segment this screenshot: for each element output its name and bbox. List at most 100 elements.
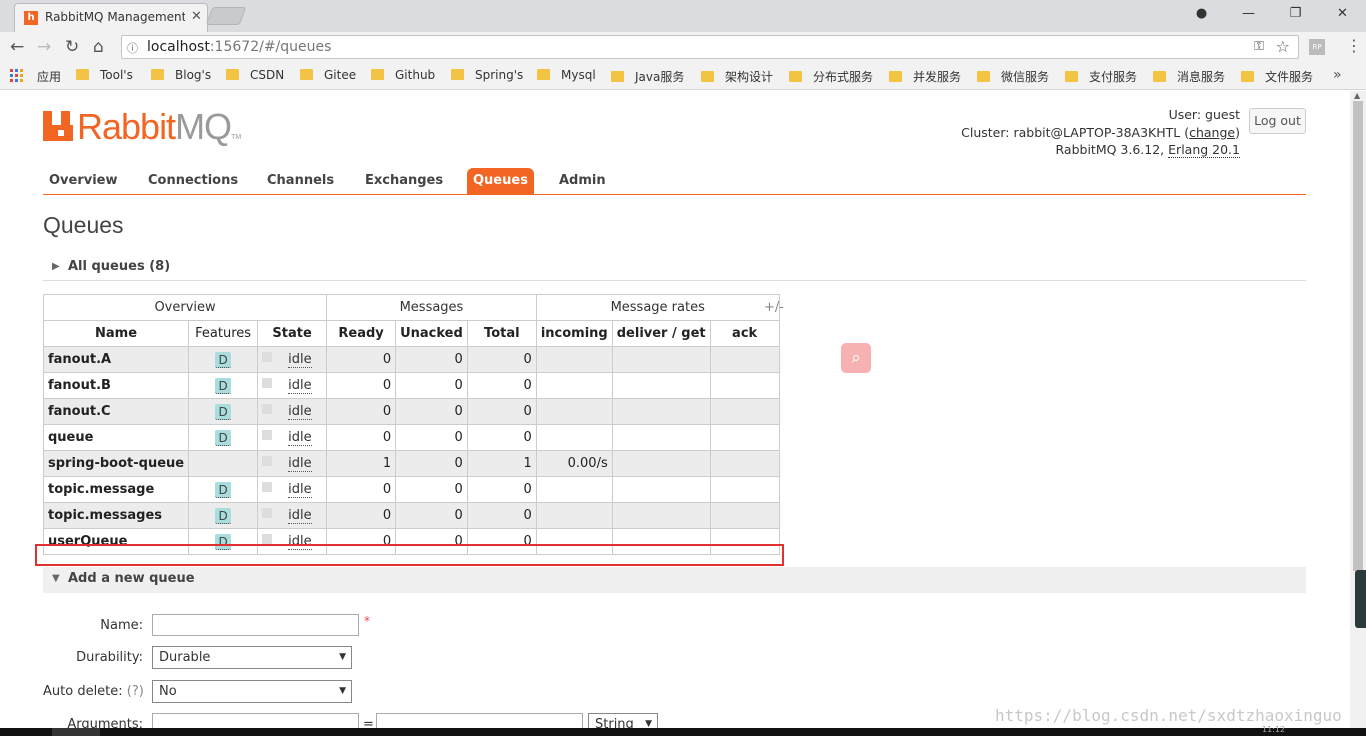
reload-icon[interactable]: ↻ (65, 37, 79, 57)
col-header-features: Features (188, 320, 259, 347)
table-row[interactable]: topic.message Didle 0 0 0 (42, 476, 780, 503)
queue-name-link[interactable]: fanout.A (42, 346, 190, 373)
bookmark-architecture[interactable]: 架构设计 (701, 68, 773, 85)
minimize-icon[interactable]: — (1225, 0, 1272, 28)
bookmark-apps[interactable]: 应用 (37, 68, 61, 85)
col-header-incoming[interactable]: incoming (535, 320, 613, 347)
col-header-ack[interactable]: ack (709, 320, 780, 347)
queue-name-link[interactable]: fanout.C (42, 398, 190, 425)
bookmark-springs[interactable]: Spring's (451, 68, 523, 82)
logout-button[interactable]: Log out (1249, 108, 1306, 134)
col-header-name[interactable]: Name (42, 320, 190, 347)
bookmark-payment[interactable]: 支付服务 (1065, 68, 1137, 85)
ready-cell: 0 (326, 424, 397, 451)
scrollbar-thumb[interactable] (1353, 101, 1363, 571)
forward-arrow-icon[interactable]: → (37, 37, 51, 57)
bookmark-csdn[interactable]: CSDN (226, 68, 284, 82)
argument-value-input[interactable] (376, 713, 583, 728)
bookmark-github[interactable]: Github (371, 68, 435, 82)
table-row[interactable]: queue Didle 0 0 0 (42, 424, 780, 451)
side-widget[interactable] (1355, 570, 1366, 628)
account-icon[interactable]: ● (1178, 0, 1225, 28)
tab-channels[interactable]: Channels (261, 168, 340, 194)
tab-exchanges[interactable]: Exchanges (359, 168, 449, 194)
folder-icon (789, 71, 802, 82)
help-icon[interactable]: (?) (127, 684, 144, 699)
col-header-total[interactable]: Total (466, 320, 537, 347)
argument-key-input[interactable] (152, 713, 359, 728)
tab-admin[interactable]: Admin (553, 168, 612, 194)
floating-search-icon[interactable]: ⌕ (841, 343, 871, 373)
tab-connections[interactable]: Connections (142, 168, 244, 194)
folder-icon (1241, 71, 1254, 82)
autodelete-select[interactable]: No ▼ (152, 680, 352, 703)
queue-name-input[interactable] (152, 614, 359, 636)
tab-queues[interactable]: Queues (467, 168, 534, 194)
table-row[interactable]: spring-boot-queue idle 1 0 1 0.00/s (42, 450, 780, 477)
queue-name-link[interactable]: fanout.B (42, 372, 190, 399)
state-cell: idle (257, 372, 328, 399)
dropdown-arrow-icon: ▼ (645, 719, 652, 728)
page-info-icon[interactable]: ⓘ (127, 40, 138, 56)
queue-name-link[interactable]: spring-boot-queue (42, 450, 190, 477)
close-window-icon[interactable]: ✕ (1319, 0, 1366, 28)
more-bookmarks-icon[interactable]: » (1333, 67, 1342, 83)
scroll-up-icon[interactable]: ▲ (1354, 91, 1360, 100)
table-row[interactable]: fanout.B Didle 0 0 0 (42, 372, 780, 399)
ack-rate-cell (709, 398, 780, 425)
state-text: idle (288, 482, 312, 498)
back-arrow-icon[interactable]: ← (10, 37, 24, 57)
address-bar[interactable]: ⓘ localhost:15672/#/queues ⚿ ☆ (121, 35, 1299, 59)
col-header-unacked[interactable]: Unacked (395, 320, 468, 347)
ack-rate-cell (709, 502, 780, 529)
key-icon[interactable]: ⚿ (1254, 39, 1264, 54)
table-row[interactable]: fanout.A Didle 0 0 0 (42, 346, 780, 373)
apps-grid-icon[interactable] (10, 69, 23, 82)
bookmark-gitee[interactable]: Gitee (300, 68, 356, 82)
address-url: localhost:15672/#/queues (147, 39, 331, 55)
bookmark-concurrency[interactable]: 并发服务 (889, 68, 961, 85)
bookmark-messaging[interactable]: 消息服务 (1153, 68, 1225, 85)
bookmark-wechat[interactable]: 微信服务 (977, 68, 1049, 85)
durable-badge: D (215, 429, 232, 446)
browser-tab-title: RabbitMQ Management (45, 10, 185, 24)
col-header-state[interactable]: State (257, 320, 328, 347)
add-queue-section-toggle[interactable]: ▼ Add a new queue (43, 567, 1306, 593)
queue-name-link[interactable]: queue (42, 424, 190, 451)
group-header-rates: Message rates (535, 294, 780, 321)
browser-menu-icon[interactable]: ⋮ (1346, 36, 1362, 55)
browser-tab[interactable]: h RabbitMQ Management ✕ (14, 3, 208, 32)
vertical-scrollbar[interactable]: ▲ (1350, 91, 1366, 728)
all-queues-section-toggle[interactable]: ▶ All queues (8) (43, 255, 1306, 281)
column-toggle-link[interactable]: +/- (764, 300, 784, 315)
close-tab-icon[interactable]: ✕ (191, 9, 202, 24)
argument-type-select[interactable]: String ▼ (588, 713, 658, 728)
taskbar-item[interactable] (52, 728, 100, 736)
user-info: User: guest Cluster: rabbit@LAPTOP-38A3K… (961, 107, 1240, 158)
logo-wordmark: RabbitMQTM (77, 106, 242, 147)
bookmark-java[interactable]: Java服务 (611, 68, 684, 85)
new-tab-button[interactable] (205, 7, 247, 25)
ack-rate-cell (709, 372, 780, 399)
extension-rp-icon[interactable]: RP (1309, 39, 1325, 55)
col-header-deliver-get[interactable]: deliver / get (611, 320, 711, 347)
table-row[interactable]: topic.messages Didle 0 0 0 (42, 502, 780, 529)
incoming-rate-cell: 0.00/s (535, 450, 613, 477)
queue-name-link[interactable]: topic.message (42, 476, 190, 503)
bookmark-blogs[interactable]: Blog's (151, 68, 211, 82)
bookmark-tools[interactable]: Tool's (76, 68, 133, 82)
bookmark-mysql[interactable]: Mysql (537, 68, 596, 82)
table-row[interactable]: fanout.C Didle 0 0 0 (42, 398, 780, 425)
bookmark-star-icon[interactable]: ☆ (1276, 37, 1290, 56)
change-cluster-link[interactable]: change (1189, 125, 1235, 140)
bookmark-distributed[interactable]: 分布式服务 (789, 68, 873, 85)
bookmark-files[interactable]: 文件服务 (1241, 68, 1313, 85)
ready-cell: 0 (326, 476, 397, 503)
restore-icon[interactable]: ❐ (1272, 0, 1319, 28)
queue-name-link[interactable]: topic.messages (42, 502, 190, 529)
home-icon[interactable]: ⌂ (93, 37, 104, 57)
durability-select[interactable]: Durable ▼ (152, 646, 352, 669)
ready-cell: 1 (326, 450, 397, 477)
tab-overview[interactable]: Overview (43, 168, 124, 194)
col-header-ready[interactable]: Ready (326, 320, 397, 347)
